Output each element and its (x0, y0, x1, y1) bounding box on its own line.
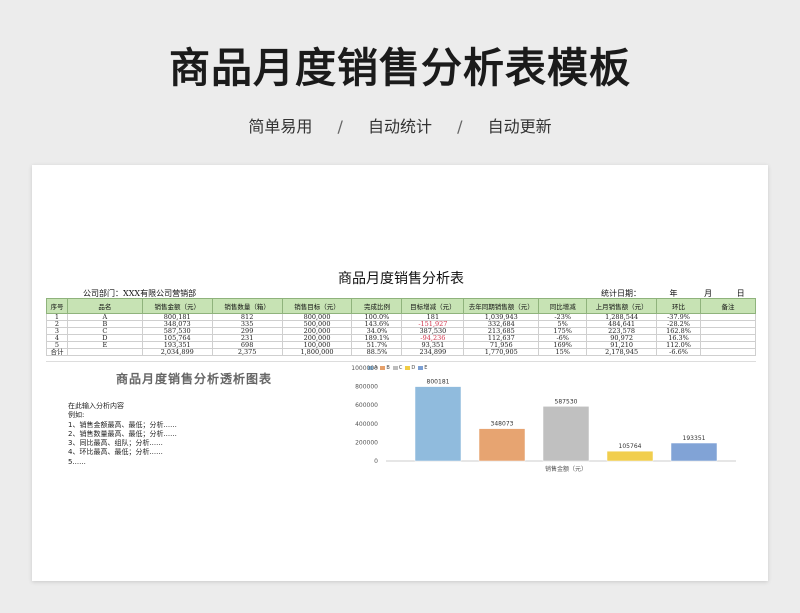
table-header-row: 序号 品名 销售金额（元） 销售数量（箱） 销售目标（元） 完成比例 目标增减（元） 去年同期… (46, 298, 756, 314)
feature-auto-update: 自动更新 (487, 117, 552, 136)
day-label: 日 (736, 289, 745, 298)
year-label: 年 (669, 289, 678, 298)
table-cell[interactable]: 2,034,899 (141, 348, 213, 356)
separator: / (337, 117, 343, 136)
spreadsheet-preview-card: 商品月度销售分析表 公司部门：XXX有限公司营销部 统计日期： 年 月 日 序号… (32, 165, 768, 581)
sales-table: 序号 品名 销售金额（元） 销售数量（箱） 销售目标（元） 完成比例 目标增减（元） 去年同期… (46, 298, 756, 356)
y-tick-label: 600000 (355, 402, 378, 409)
column-header: 备注 (700, 298, 756, 314)
table-cell[interactable]: 234,899 (401, 348, 465, 356)
analysis-notes[interactable]: 在此输入分析内容 例如: 1、销售金额最高、最低；分析...... 2、销售数量最高、… (68, 402, 177, 467)
table-row: 4 D 105,764 231 200,000 189.1% -94,236 112,637-… (46, 334, 756, 342)
column-header: 销售目标（元） (281, 298, 353, 314)
bar-B (478, 428, 526, 462)
column-header: 环比 (656, 298, 702, 314)
table-cell[interactable]: 2,178,945 (586, 348, 658, 356)
data-label: 348073 (491, 421, 514, 428)
data-label: 587530 (555, 398, 578, 405)
column-header: 品名 (66, 298, 143, 314)
column-header: 去年同期销售额（元） (463, 298, 540, 314)
column-header: 销售金额（元） (141, 298, 213, 314)
x-axis-title: 销售金额（元） (545, 465, 587, 473)
analysis-line: 5...... (68, 457, 86, 466)
table-cell[interactable]: -6.6% (656, 348, 702, 356)
department-label: 公司部门： (83, 289, 123, 298)
column-header: 同比增减 (538, 298, 588, 314)
y-tick-label: 200000 (355, 439, 378, 446)
column-header: 销售数量（箱） (211, 298, 283, 314)
analysis-line: 在此输入分析内容 (68, 402, 124, 410)
pivot-chart-section: 商品月度销售分析透析图表 在此输入分析内容 例如: 1、销售金额最高、最低；分析..… (46, 361, 756, 477)
table-cell[interactable] (700, 334, 756, 342)
analysis-line: 4、环比最高、最低；分析...... (68, 448, 163, 457)
y-tick-label: 800000 (355, 384, 378, 391)
table-cell[interactable]: 2,375 (211, 348, 283, 356)
table-cell[interactable]: 1,800,000 (281, 348, 353, 356)
table-cell[interactable] (700, 341, 756, 349)
table-cell[interactable] (700, 313, 756, 321)
table-row: 2 B 348,073 335 500,000 143.6% -151,927 332,684… (46, 320, 756, 328)
separator: / (457, 117, 463, 136)
data-label: 800181 (427, 379, 450, 386)
date-label: 统计日期： (601, 289, 641, 298)
bar-E (670, 442, 718, 462)
sheet-title: 商品月度销售分析表 (338, 271, 464, 287)
table-cell[interactable]: 88.5% (351, 348, 403, 356)
y-tick-label: 400000 (355, 421, 378, 428)
data-label: 193351 (683, 435, 706, 442)
table-cell[interactable]: E (66, 341, 143, 349)
data-label: 105764 (619, 443, 642, 450)
table-cell[interactable]: 15% (538, 348, 588, 356)
feature-tagline: 简单易用 / 自动统计 / 自动更新 (0, 113, 800, 137)
bar-A (414, 386, 462, 462)
y-tick-label: 1000000 (351, 365, 378, 372)
column-header: 完成比例 (351, 298, 403, 314)
month-label: 月 (704, 289, 713, 298)
table-cell[interactable] (700, 327, 756, 335)
table-cell[interactable]: 合计 (46, 348, 68, 356)
table-cell[interactable]: 1,770,905 (463, 348, 540, 356)
analysis-line: 2、销售数量最高、最低；分析...... (68, 429, 177, 438)
analysis-line: 例如: (68, 411, 85, 420)
analysis-line: 1、销售金额最高、最低；分析...... (68, 420, 177, 429)
bar-D (606, 450, 654, 462)
feature-easy: 简单易用 (248, 117, 313, 136)
bar-C (542, 406, 590, 462)
table-row: 1 A 800,181 812 800,000 100.0% 181 1,039,943 -23… (46, 313, 756, 321)
feature-auto-stats: 自动统计 (367, 117, 432, 136)
table-cell[interactable] (700, 320, 756, 328)
total-row: 合计 2,034,899 2,375 1,800,000 88.5% 234,899 1,7… (46, 348, 756, 356)
page-title: 商品月度销售分析表模板 (169, 44, 631, 92)
column-header: 上月销售额（元） (586, 298, 658, 314)
table-cell[interactable] (66, 348, 143, 356)
department-value: XXX有限公司营销部 (123, 289, 197, 298)
column-header: 目标增减（元） (401, 298, 465, 314)
table-row: 5 E 193,351 698 100,000 51.7% 93,351 71,956 169%… (46, 341, 756, 349)
column-header: 序号 (46, 298, 68, 314)
pivot-title: 商品月度销售分析透析图表 (116, 372, 273, 386)
table-row: 3 C 587,530 299 200,000 34.0% 387,530 213,685 17… (46, 327, 756, 335)
table-cell[interactable] (700, 348, 756, 356)
bar-chart: 0 200000 400000 600000 800000 1000000 800181 34… (351, 365, 736, 473)
y-tick-label: 0 (374, 458, 378, 465)
